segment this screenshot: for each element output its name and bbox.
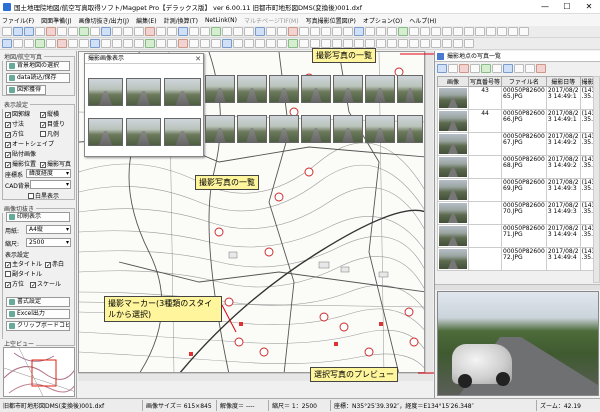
table-row[interactable]: 00050P82600 71.JPG 2017/08/2 3 14:49:4 (14… bbox=[437, 224, 600, 248]
tool-icon[interactable] bbox=[514, 64, 524, 73]
tool-icon[interactable] bbox=[525, 64, 535, 73]
status-resolution: 解像度＝ ---- bbox=[220, 403, 255, 410]
cell-date: 2017/08/2 3 14:49:3 bbox=[545, 178, 581, 202]
photo-list-title: 撮影地点の写真一覧 bbox=[435, 51, 600, 62]
tool-icon[interactable] bbox=[492, 64, 502, 73]
tool-icon[interactable] bbox=[470, 64, 480, 73]
photo-thumbnail bbox=[439, 226, 467, 246]
table-row[interactable]: 44 00050P82600 66.JPG 2017/08/2 3 14:49:1(… bbox=[437, 109, 600, 133]
cell-date: 2017/08/2 3 14:49:2 bbox=[545, 132, 581, 156]
cell-num bbox=[467, 155, 503, 179]
status-scale: 縮尺＝ 1：2500 bbox=[272, 403, 317, 410]
tool-icon[interactable] bbox=[536, 64, 546, 73]
photo-preview bbox=[437, 291, 599, 396]
photo-cell[interactable] bbox=[437, 201, 469, 225]
cell-file: 00050P82600 66.JPG bbox=[501, 109, 547, 133]
photo-thumbnail bbox=[439, 180, 467, 200]
table-vertical-scrollbar[interactable] bbox=[593, 76, 600, 283]
table-row[interactable]: 00050P82600 68.JPG 2017/08/2 3 14:49:2 (14… bbox=[437, 155, 600, 179]
photo-table: 画像 写真番号等 ファイル名 撮影日等 撮影位置 4300050P82600 6… bbox=[437, 76, 600, 271]
column-header[interactable]: ファイル名 bbox=[501, 76, 547, 87]
table-row[interactable]: 43 00050P82600 65.JPG 2017/08/2 3 14:49:1(… bbox=[437, 86, 600, 110]
photo-cell[interactable] bbox=[437, 155, 469, 179]
cell-file: 00050P82600 68.JPG bbox=[501, 155, 547, 179]
table-row[interactable]: 00050P82600 67.JPG 2017/08/2 3 14:49:2 (14… bbox=[437, 132, 600, 156]
status-bar: 旧都市町地形図DMS(変換後)001.dxf 画像サイズ＝ 615×845 解像… bbox=[0, 398, 600, 412]
cell-date: 2017/08/2 3 14:49:2 bbox=[545, 155, 581, 179]
cell-date: 2017/08/2 3 14:49:1 bbox=[545, 109, 581, 133]
photo-cell[interactable] bbox=[437, 132, 469, 156]
photo-cell[interactable] bbox=[437, 178, 469, 202]
status-coords: 座標：N35°25′39.392″，経度＝E134°15′26.348″ bbox=[334, 403, 474, 410]
cell-file: 00050P82600 71.JPG bbox=[501, 224, 547, 248]
preview-wheel bbox=[458, 374, 472, 388]
tool-icon[interactable] bbox=[481, 64, 491, 73]
cell-file: 00050P82600 67.JPG bbox=[501, 132, 547, 156]
cell-num: 44 bbox=[467, 109, 503, 133]
tool-icon[interactable] bbox=[459, 64, 469, 73]
panel-splitter[interactable] bbox=[435, 284, 600, 290]
table-row[interactable]: 00050P82600 72.JPG 2017/08/2 3 14:49:4 (14… bbox=[437, 247, 600, 271]
photo-thumbnail bbox=[439, 111, 467, 131]
cell-date: 2017/08/2 3 14:49:1 bbox=[545, 86, 581, 110]
cell-file: 00050P82600 65.JPG bbox=[501, 86, 547, 110]
tool-icon[interactable] bbox=[448, 64, 458, 73]
photo-cell[interactable] bbox=[437, 247, 469, 271]
cell-file: 00050P82600 72.JPG bbox=[501, 247, 547, 271]
cell-file: 00050P82600 70.JPG bbox=[501, 201, 547, 225]
cell-date: 2017/08/2 3 14:49:3 bbox=[545, 201, 581, 225]
cell-date: 2017/08/2 3 14:49:4 bbox=[545, 247, 581, 271]
photo-thumbnail bbox=[439, 134, 467, 154]
preview-wheel bbox=[496, 372, 510, 386]
cell-num bbox=[467, 201, 503, 225]
column-header[interactable]: 撮影日等 bbox=[545, 76, 581, 87]
status-file: 旧都市町地形図DMS(変換後)001.dxf bbox=[3, 403, 105, 410]
cell-num bbox=[467, 132, 503, 156]
status-image-size: 画像サイズ＝ 615×845 bbox=[146, 403, 212, 410]
table-row[interactable]: 00050P82600 70.JPG 2017/08/2 3 14:49:3 (14… bbox=[437, 201, 600, 225]
right-panel: 撮影地点の写真一覧 画像 写真番号等 ファイル名 撮影日等 撮影位置 43000… bbox=[434, 51, 600, 398]
photo-thumbnail bbox=[439, 88, 467, 108]
photo-cell[interactable] bbox=[437, 224, 469, 248]
photo-cell[interactable] bbox=[437, 109, 469, 133]
status-zoom: ズーム：42.19 bbox=[540, 403, 581, 410]
column-header[interactable]: 写真番号等 bbox=[467, 76, 503, 87]
column-header[interactable]: 画像 bbox=[437, 76, 469, 87]
cell-file: 00050P82600 69.JPG bbox=[501, 178, 547, 202]
photo-thumbnail bbox=[439, 157, 467, 177]
cell-date: 2017/08/2 3 14:49:4 bbox=[545, 224, 581, 248]
cell-num: 43 bbox=[467, 86, 503, 110]
photo-thumbnail bbox=[439, 203, 467, 223]
cell-num bbox=[467, 247, 503, 271]
cell-num bbox=[467, 178, 503, 202]
photo-list-toolbar bbox=[435, 63, 600, 74]
tool-icon[interactable] bbox=[437, 64, 447, 73]
photo-thumbnail bbox=[439, 249, 467, 269]
table-row[interactable]: 00050P82600 69.JPG 2017/08/2 3 14:49:3 (14… bbox=[437, 178, 600, 202]
photo-cell[interactable] bbox=[437, 86, 469, 110]
cell-num bbox=[467, 224, 503, 248]
tool-icon[interactable] bbox=[503, 64, 513, 73]
